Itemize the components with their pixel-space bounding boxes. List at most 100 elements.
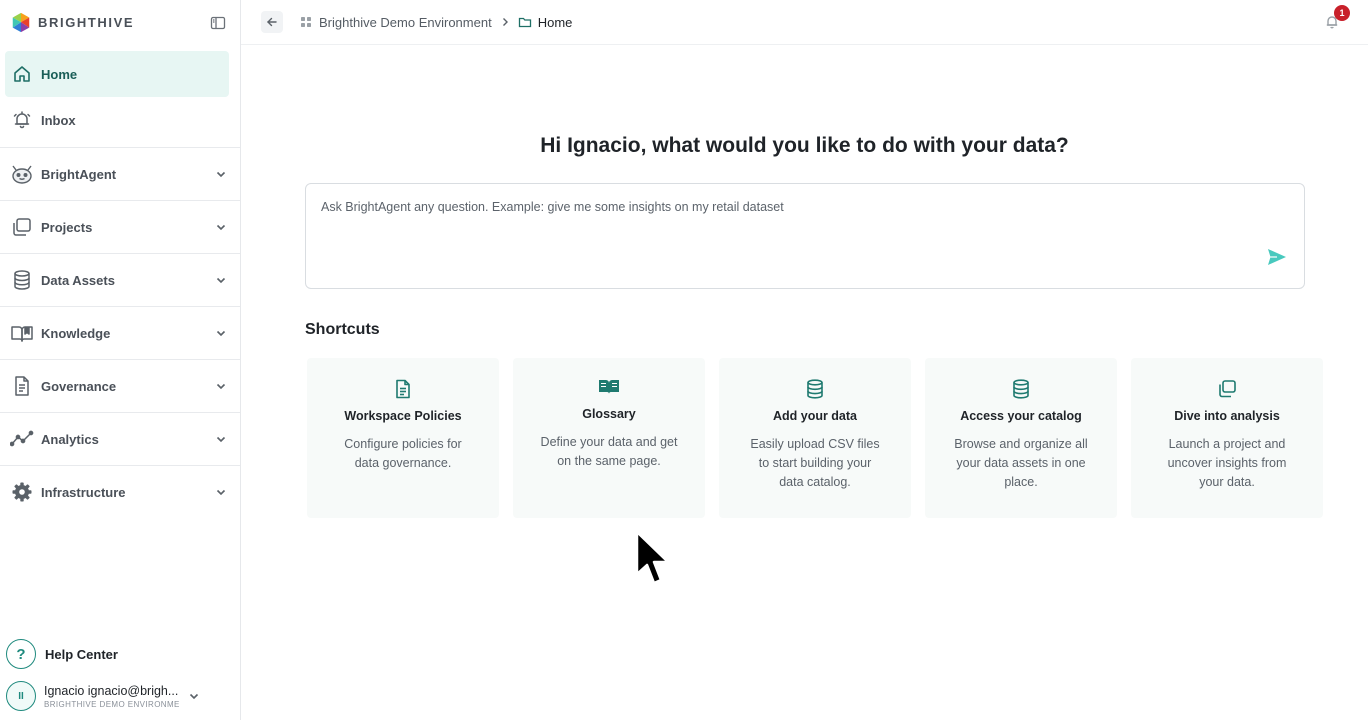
send-button[interactable] — [1266, 246, 1288, 268]
shortcut-title: Access your catalog — [960, 409, 1082, 423]
stacked-squares-icon — [1131, 378, 1323, 400]
brand-name: BRIGHTHIVE — [38, 15, 135, 30]
breadcrumb-home-label: Home — [537, 14, 573, 30]
help-center-link[interactable]: ? Help Center — [0, 638, 240, 670]
sidebar-item-inbox[interactable]: Inbox — [5, 97, 229, 143]
user-name: Ignacio ignacio@brigh... — [44, 683, 179, 698]
shortcut-card-glossary[interactable]: Glossary Define your data and get on the… — [513, 358, 705, 518]
shortcut-title: Workspace Policies — [344, 409, 462, 423]
sidebar-group-brightagent: BrightAgent — [0, 147, 240, 200]
open-book-icon — [513, 376, 705, 398]
shortcuts-heading: Shortcuts — [305, 321, 380, 338]
sidebar-nav: Home Inbox BrightAgent Projects Data Ass… — [0, 45, 240, 518]
sidebar-group-knowledge: Knowledge — [0, 306, 240, 359]
breadcrumb-home[interactable]: Home — [518, 14, 573, 30]
sidebar-item-label: Knowledge — [41, 325, 111, 341]
brighthive-logo — [12, 12, 30, 32]
sidebar-group-infrastructure: Infrastructure — [0, 465, 240, 518]
shortcut-description: Define your data and get on the same pag… — [540, 435, 678, 468]
user-menu[interactable]: II Ignacio ignacio@brigh... BRIGHTHIVE D… — [0, 676, 240, 716]
shortcut-description: Easily upload CSV files to start buildin… — [750, 437, 880, 489]
chevron-down-icon[interactable] — [213, 219, 229, 235]
sidebar-group-analytics: Analytics — [0, 412, 240, 465]
brightagent-prompt-input[interactable] — [306, 184, 1304, 288]
sidebar-collapse-button[interactable] — [208, 13, 228, 33]
shortcut-card-access-your-catalog[interactable]: Access your catalog Browse and organize … — [925, 358, 1117, 518]
analytics-icon — [9, 426, 35, 452]
sidebar-item-projects[interactable]: Projects — [5, 204, 229, 250]
document-icon — [9, 373, 35, 399]
app-root: BRIGHTHIVE Home Inbox BrightAgent Projec… — [0, 0, 1368, 720]
chevron-down-icon[interactable] — [213, 431, 229, 447]
user-environment: BRIGHTHIVE DEMO ENVIRONMENT — [44, 699, 180, 709]
sidebar-group-governance: Governance — [0, 359, 240, 412]
sidebar-item-knowledge[interactable]: Knowledge — [5, 310, 229, 356]
sidebar-item-label: Inbox — [41, 112, 76, 128]
brand-home-link[interactable]: BRIGHTHIVE — [10, 12, 134, 34]
notifications-button[interactable]: 1 — [1322, 5, 1350, 32]
send-icon — [1268, 249, 1286, 265]
gear-icon — [9, 479, 35, 505]
arrow-left-icon — [267, 17, 277, 27]
breadcrumb-environment-label: Brighthive Demo Environment — [319, 14, 492, 30]
shortcut-card-dive-into-analysis[interactable]: Dive into analysis Launch a project and … — [1131, 358, 1323, 518]
help-center-label: Help Center — [45, 646, 118, 662]
chevron-down-icon[interactable] — [213, 272, 229, 288]
topbar: Brighthive Demo Environment Home 1 — [241, 0, 1368, 45]
policy-document-icon — [307, 378, 499, 400]
user-info: Ignacio ignacio@brigh... BRIGHTHIVE DEMO… — [44, 684, 180, 709]
chevron-down-icon[interactable] — [213, 484, 229, 500]
sidebar-item-label: Home — [41, 66, 78, 82]
shortcut-description: Launch a project and uncover insights fr… — [1167, 437, 1287, 489]
grid-icon — [301, 17, 311, 27]
chevron-down-icon[interactable] — [188, 690, 204, 702]
shortcut-title: Glossary — [582, 407, 636, 421]
mouse-pointer-icon — [635, 530, 670, 585]
shortcut-description: Browse and organize all your data assets… — [954, 437, 1088, 489]
sidebar-item-data-assets[interactable]: Data Assets — [5, 257, 229, 303]
sidebar-item-label: Analytics — [41, 431, 99, 447]
sidebar-item-infrastructure[interactable]: Infrastructure — [5, 469, 229, 515]
main-content: Brighthive Demo Environment Home 1 Hi Ig… — [241, 0, 1368, 720]
projects-icon — [9, 214, 35, 240]
brand-bar: BRIGHTHIVE — [0, 0, 240, 45]
chevron-down-icon[interactable] — [213, 166, 229, 182]
database-icon — [719, 378, 911, 400]
chevron-down-icon[interactable] — [213, 378, 229, 394]
sidebar: BRIGHTHIVE Home Inbox BrightAgent Projec… — [0, 0, 241, 720]
sidebar-footer: ? Help Center II Ignacio ignacio@brigh..… — [0, 638, 240, 720]
back-button[interactable] — [261, 11, 283, 33]
sidebar-item-home[interactable]: Home — [5, 51, 229, 97]
notification-badge: 1 — [1334, 5, 1350, 21]
sidebar-item-label: Governance — [41, 378, 117, 394]
avatar: II — [6, 681, 36, 711]
shortcut-title: Dive into analysis — [1174, 409, 1280, 423]
help-icon: ? — [6, 639, 36, 669]
home-icon — [9, 61, 35, 87]
shortcut-card-add-your-data[interactable]: Add your data Easily upload CSV files to… — [719, 358, 911, 518]
shortcut-title: Add your data — [772, 409, 858, 423]
database-icon — [925, 378, 1117, 400]
shortcut-cards: Workspace Policies Configure policies fo… — [307, 358, 1323, 518]
page-title: Hi Ignacio, what would you like to do wi… — [540, 134, 1069, 157]
robot-icon — [9, 161, 35, 187]
chevron-down-icon[interactable] — [213, 325, 229, 341]
sidebar-item-brightagent[interactable]: BrightAgent — [5, 151, 229, 197]
shortcut-card-workspace-policies[interactable]: Workspace Policies Configure policies fo… — [307, 358, 499, 518]
prompt-box — [305, 183, 1305, 289]
sidebar-item-analytics[interactable]: Analytics — [5, 416, 229, 462]
panel-toggle-icon — [210, 16, 226, 29]
sidebar-group-data-assets: Data Assets — [0, 253, 240, 306]
chevron-right-icon — [500, 17, 510, 27]
shortcut-description: Configure policies for data governance. — [344, 437, 462, 470]
sidebar-item-governance[interactable]: Governance — [5, 363, 229, 409]
database-icon — [9, 267, 35, 293]
bell-icon — [9, 107, 35, 133]
sidebar-item-label: Data Assets — [41, 272, 115, 288]
breadcrumb-environment[interactable]: Brighthive Demo Environment — [299, 15, 492, 30]
folder-icon — [518, 17, 531, 28]
book-icon — [9, 320, 35, 346]
sidebar-item-label: Infrastructure — [41, 484, 126, 500]
sidebar-group-projects: Projects — [0, 200, 240, 253]
sidebar-item-label: Projects — [41, 219, 93, 235]
